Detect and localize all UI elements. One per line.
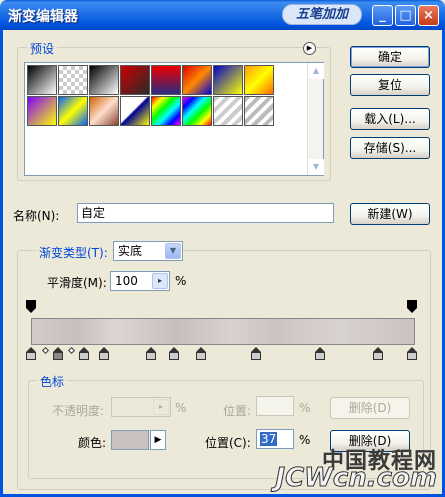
gradient-preview-bar[interactable] <box>31 318 415 345</box>
preset-swatch[interactable] <box>213 96 243 126</box>
opacity-input: ▸ <box>111 397 171 417</box>
preset-swatch[interactable] <box>120 65 150 95</box>
opacity-position-input <box>256 396 294 416</box>
color-stop-icon[interactable] <box>196 347 206 360</box>
presets-legend: 预设 <box>27 40 58 57</box>
maximize-icon[interactable]: □ <box>395 5 416 26</box>
opacity-unit: % <box>175 401 187 415</box>
preset-swatch[interactable] <box>27 65 57 95</box>
new-button[interactable]: 新建(W) <box>350 203 430 225</box>
preset-swatch[interactable] <box>120 96 150 126</box>
color-stop-icon[interactable] <box>99 347 109 360</box>
color-stop-icon[interactable] <box>53 347 63 360</box>
preset-swatch[interactable] <box>27 96 57 126</box>
preset-swatch[interactable] <box>151 96 181 126</box>
close-icon[interactable]: × <box>418 5 439 26</box>
preset-swatch[interactable] <box>89 65 119 95</box>
preset-swatch[interactable] <box>58 96 88 126</box>
smoothness-unit: % <box>175 274 187 288</box>
stop-color-swatch[interactable] <box>111 430 149 450</box>
color-stop-icon[interactable] <box>251 347 261 360</box>
save-button[interactable]: 存储(S)... <box>350 137 430 159</box>
preset-swatch[interactable] <box>244 65 274 95</box>
color-stop-icon[interactable] <box>79 347 89 360</box>
opacity-stop-icon[interactable] <box>26 300 36 313</box>
title-bar[interactable]: 渐变编辑器 五笔加加 _ □ × <box>0 0 445 30</box>
opacity-label: 不透明度: <box>52 404 105 418</box>
color-stop-icon[interactable] <box>407 347 417 360</box>
load-button[interactable]: 载入(L)... <box>350 108 430 130</box>
opacity-position-unit: % <box>299 401 311 415</box>
opacity-position-label: 位置: <box>223 404 252 418</box>
opacity-stop-icon[interactable] <box>407 300 417 313</box>
color-stop-icon[interactable] <box>169 347 179 360</box>
smoothness-label: 平滑度(M): <box>47 276 107 290</box>
watermark-en: JCWcn.com <box>275 463 438 494</box>
minimize-icon[interactable]: _ <box>372 5 393 26</box>
preset-swatch[interactable] <box>244 96 274 126</box>
preset-swatch[interactable] <box>151 65 181 95</box>
smoothness-value: 100 <box>115 274 138 288</box>
gradient-type-label: 渐变类型(T): <box>36 244 111 261</box>
smoothness-input[interactable]: 100 ▸ <box>110 271 170 291</box>
preset-swatch[interactable] <box>182 65 212 95</box>
preset-swatch[interactable] <box>213 65 243 95</box>
name-input[interactable]: 自定 <box>77 203 334 223</box>
gradient-type-select[interactable]: 实底 ▼ <box>113 241 183 261</box>
preset-swatch[interactable] <box>182 96 212 126</box>
color-menu-icon[interactable]: ▶ <box>150 430 166 450</box>
ime-logo: 五笔加加 <box>282 4 362 25</box>
preset-swatch[interactable] <box>58 65 88 95</box>
chevron-right-icon[interactable]: ▸ <box>152 273 168 289</box>
presets-menu-icon[interactable]: ▶ <box>303 42 316 55</box>
color-stop-icon[interactable] <box>146 347 156 360</box>
color-stop-icon[interactable] <box>315 347 325 360</box>
color-stop-icon[interactable] <box>373 347 383 360</box>
delete-opacity-button: 删除(D) <box>330 397 410 419</box>
stops-legend: 色标 <box>37 373 68 390</box>
presets-list[interactable]: ▲ ▼ <box>24 62 324 176</box>
reset-button[interactable]: 复位 <box>350 74 430 96</box>
ok-button[interactable]: 确定 <box>350 46 430 68</box>
color-label: 颜色: <box>78 436 107 450</box>
color-stop-icon[interactable] <box>26 347 36 360</box>
chevron-right-icon: ▸ <box>153 399 169 415</box>
preset-swatch[interactable] <box>89 96 119 126</box>
scroll-down-icon[interactable]: ▼ <box>308 159 324 175</box>
presets-scrollbar[interactable]: ▲ ▼ <box>307 63 324 175</box>
chevron-down-icon[interactable]: ▼ <box>165 243 181 259</box>
gradient-type-value: 实底 <box>118 244 143 258</box>
scroll-up-icon[interactable]: ▲ <box>308 63 324 79</box>
name-label: 名称(N): <box>13 209 60 223</box>
window-title: 渐变编辑器 <box>8 9 78 25</box>
watermark: 中国教程网 JCWcn.com <box>237 443 438 494</box>
